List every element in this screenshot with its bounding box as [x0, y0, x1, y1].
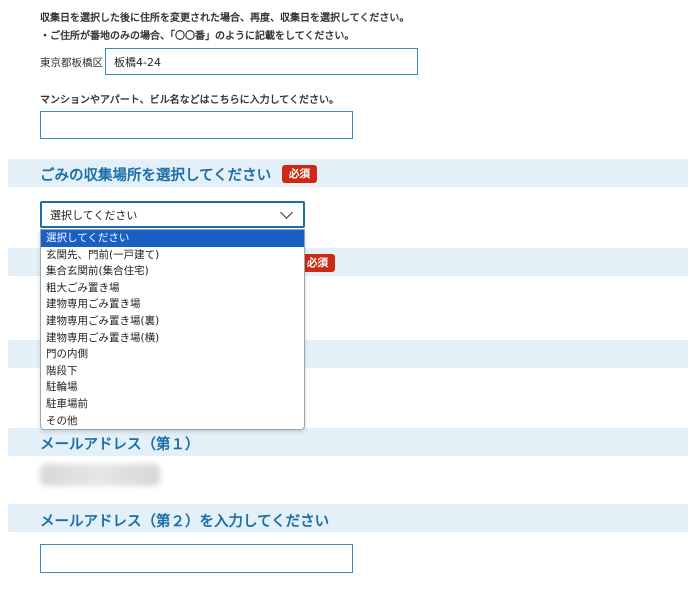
dropdown-option[interactable]: 玄関先、門前(一戸建て)	[41, 247, 304, 264]
building-input[interactable]	[40, 111, 353, 139]
required-badge: 必須	[282, 165, 317, 183]
dropdown-option[interactable]: 門の内側	[41, 346, 304, 363]
address-input[interactable]: 板橋4-24	[105, 48, 418, 75]
email2-title: メールアドレス（第２）を入力してください	[40, 514, 330, 530]
notice-reselect-date: 収集日を選択した後に住所を変更された場合、再度、収集日を選択してください。	[40, 13, 410, 24]
notice-address-format: ・ご住所が番地のみの場合、「〇〇番」のように記載をしてください。	[40, 31, 355, 42]
required-badge: 必須	[300, 254, 335, 272]
email2-input[interactable]	[40, 544, 353, 573]
email1-value-redacted	[40, 464, 160, 486]
building-label: マンションやアパート、ビル名などはこちらに入力してください。	[40, 95, 339, 106]
dropdown-option[interactable]: 建物専用ごみ置き場	[41, 296, 304, 313]
dropdown-option[interactable]: 階段下	[41, 363, 304, 380]
select-value: 選択してください	[50, 208, 138, 222]
chevron-down-icon	[280, 206, 293, 219]
dropdown-option[interactable]: 選択してください	[41, 230, 304, 247]
dropdown-option[interactable]: 建物専用ごみ置き場(裏)	[41, 313, 304, 330]
collection-place-select[interactable]: 選択してください	[40, 201, 305, 228]
dropdown-option[interactable]: 駐輪場	[41, 379, 304, 396]
dropdown-option[interactable]: その他	[41, 413, 304, 430]
address-prefix: 東京都板橋区	[40, 57, 103, 69]
email1-title: メールアドレス（第１）	[40, 437, 200, 453]
dropdown-option[interactable]: 集合玄関前(集合住宅)	[41, 263, 304, 280]
dropdown-option[interactable]: 建物専用ごみ置き場(横)	[41, 330, 304, 347]
collection-place-dropdown[interactable]: 選択してください 玄関先、門前(一戸建て) 集合玄関前(集合住宅) 粗大ごみ置き…	[40, 229, 305, 430]
dropdown-option[interactable]: 粗大ごみ置き場	[41, 280, 304, 297]
dropdown-option[interactable]: 駐車場前	[41, 396, 304, 413]
collection-place-title: ごみの収集場所を選択してください	[40, 168, 272, 184]
